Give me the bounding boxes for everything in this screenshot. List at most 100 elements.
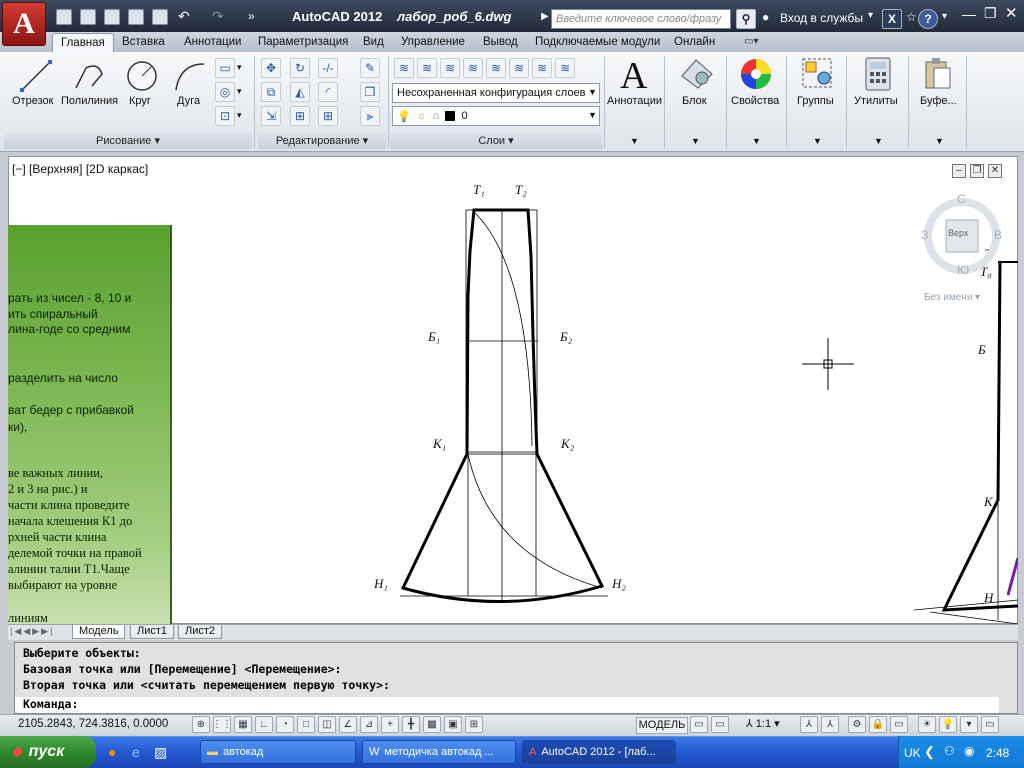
viewcube-east[interactable]: В: [994, 228, 1002, 242]
hatch-icon[interactable]: ◎: [215, 82, 235, 102]
tray-expand-icon[interactable]: ❮: [924, 744, 935, 760]
circle-icon[interactable]: [124, 58, 160, 94]
copy-icon[interactable]: ⧉: [261, 82, 281, 102]
tab-3[interactable]: Параметризация: [250, 33, 356, 52]
quick-properties-icon[interactable]: ▣: [444, 716, 462, 733]
layer-isolate-icon[interactable]: ≋: [463, 58, 483, 78]
save-as-icon[interactable]: [128, 9, 144, 25]
properties-icon[interactable]: [738, 56, 774, 92]
star-icon[interactable]: ☆: [906, 10, 917, 24]
scale-icon[interactable]: ⊞: [290, 106, 310, 126]
lineweight-icon[interactable]: ╋: [402, 716, 420, 733]
array-icon[interactable]: ⊞: [318, 106, 338, 126]
language-indicator[interactable]: UK: [904, 746, 921, 760]
annotation-label[interactable]: Аннотации: [607, 95, 662, 107]
layer-match-icon[interactable]: ≋: [532, 58, 552, 78]
layout-tab-sheet2[interactable]: Лист2: [178, 625, 223, 639]
rotate-icon[interactable]: ↻: [290, 58, 310, 78]
clipboard-dropdown-icon[interactable]: ▼: [935, 136, 944, 146]
grid-icon[interactable]: ▦: [234, 716, 252, 733]
layer-lock-icon[interactable]: ≋: [509, 58, 529, 78]
binoculars-icon[interactable]: ⚲: [736, 9, 756, 29]
selection-cycling-icon[interactable]: ⊞: [465, 716, 483, 733]
quick-view-layouts-icon[interactable]: ▭: [690, 716, 708, 733]
layer-state-dropdown-icon[interactable]: ▼: [588, 87, 597, 97]
search-expand-icon[interactable]: ▶: [541, 11, 549, 22]
quick-view-drawings-icon[interactable]: ▭: [711, 716, 729, 733]
viewport-restore-icon[interactable]: ❐: [970, 164, 984, 178]
groups-dropdown-icon[interactable]: ▼: [813, 136, 822, 146]
region-icon[interactable]: ⊡: [215, 106, 235, 126]
utilities-icon[interactable]: [862, 56, 894, 92]
viewcube-south[interactable]: Ю: [957, 263, 969, 277]
help-icon[interactable]: ?: [918, 9, 938, 29]
groups-label[interactable]: Группы: [797, 95, 834, 107]
snap-icon[interactable]: ⋮⋮: [212, 716, 232, 733]
layer-state-select[interactable]: Несохраненная конфигурация слоев: [392, 83, 600, 103]
minimize-icon[interactable]: —: [962, 6, 976, 22]
infer-constraints-icon[interactable]: ⊕: [192, 716, 210, 733]
command-window[interactable]: Выберите объекты: Базовая точка или [Пер…: [14, 642, 1018, 714]
tab-0[interactable]: Главная: [52, 33, 114, 52]
explode-icon[interactable]: ❒: [360, 82, 380, 102]
layers-panel-title[interactable]: Слои ▾: [390, 133, 602, 149]
help-dropdown-icon[interactable]: ▾: [942, 11, 947, 22]
tab-1[interactable]: Вставка: [114, 33, 173, 52]
ortho-icon[interactable]: ∟: [255, 716, 273, 733]
exchange-icon[interactable]: X: [882, 9, 902, 29]
plot-icon[interactable]: [152, 9, 168, 25]
erase-icon[interactable]: ✎: [360, 58, 380, 78]
fillet-icon[interactable]: ◜: [318, 82, 338, 102]
3d-osnap-icon[interactable]: ◫: [318, 716, 336, 733]
search-input[interactable]: Введите ключевое слово/фразу: [551, 9, 731, 29]
viewcube-north[interactable]: С: [957, 192, 966, 206]
lock-icon[interactable]: 🔒: [869, 716, 887, 733]
clean-screen-icon[interactable]: ▭: [981, 716, 999, 733]
layout-tab-model[interactable]: Модель: [72, 625, 126, 639]
annotation-icon[interactable]: A: [620, 54, 647, 98]
tab-6[interactable]: Вывод: [475, 33, 526, 52]
polyline-icon[interactable]: [72, 58, 108, 94]
layout-nav-arrows-icon[interactable]: |◀◀▶▶|: [10, 626, 54, 637]
modify-panel-title[interactable]: Редактирование ▾: [258, 133, 386, 149]
hatch-dropdown-icon[interactable]: ▾: [237, 86, 242, 97]
rect-dropdown-icon[interactable]: ▾: [237, 62, 242, 73]
utilities-dropdown-icon[interactable]: ▼: [874, 136, 883, 146]
taskbar-item-folder[interactable]: ▬ автокад: [200, 740, 356, 764]
layer-select[interactable]: 💡 ☼ ⌂ 0: [392, 106, 600, 126]
taskbar-item-word[interactable]: Wметодичка автокад ...: [362, 740, 516, 764]
layout-tab-sheet1[interactable]: Лист1: [130, 625, 175, 639]
otrack-icon[interactable]: ∠: [339, 716, 357, 733]
ie-icon[interactable]: e: [132, 744, 140, 760]
workspace-icon[interactable]: ⚙: [848, 716, 866, 733]
skirt-pattern-drawing[interactable]: Т₁ Т₂ Б₁ Б₂ К₁ К₂ Н₁ Н₂: [340, 176, 640, 616]
offset-icon[interactable]: ⫸: [360, 106, 380, 126]
tab-8[interactable]: Онлайн: [666, 33, 723, 52]
model-space-button[interactable]: МОДЕЛЬ: [636, 717, 688, 734]
redo-icon[interactable]: ↷: [212, 8, 224, 25]
isolate-bulb-icon[interactable]: 💡: [939, 716, 957, 733]
viewport-minimize-icon[interactable]: –: [952, 164, 966, 178]
tab-2[interactable]: Аннотации: [176, 33, 249, 52]
layer-freeze-icon[interactable]: ≋: [486, 58, 506, 78]
show-desktop-icon[interactable]: ▨: [154, 744, 167, 761]
layer-properties-icon[interactable]: ≋: [394, 58, 414, 78]
layer-state-icon[interactable]: ≋: [417, 58, 437, 78]
clipboard-icon[interactable]: [922, 56, 954, 92]
groups-icon[interactable]: [800, 56, 836, 92]
tray-network-icon[interactable]: ⚇: [944, 744, 955, 758]
line-icon[interactable]: [18, 58, 54, 94]
properties-label[interactable]: Свойства: [731, 95, 779, 107]
viewport-controls[interactable]: [−] [Верхняя] [2D каркас]: [12, 162, 148, 176]
tab-4[interactable]: Вид: [355, 33, 392, 52]
new-file-icon[interactable]: [56, 9, 72, 25]
ucs-menu[interactable]: Без имени ▾: [924, 292, 1000, 307]
block-dropdown-icon[interactable]: ▼: [691, 136, 700, 146]
open-file-icon[interactable]: [80, 9, 96, 25]
annotation-scale[interactable]: ⅄ 1:1 ▾: [746, 717, 780, 730]
auto-scale-icon[interactable]: ⅄: [821, 716, 839, 733]
hardware-acceleration-icon[interactable]: ▭: [890, 716, 908, 733]
restore-icon[interactable]: ❐: [984, 5, 997, 22]
annotation-visibility-icon[interactable]: ⅄: [800, 716, 818, 733]
rectangle-icon[interactable]: ▭: [215, 58, 235, 78]
